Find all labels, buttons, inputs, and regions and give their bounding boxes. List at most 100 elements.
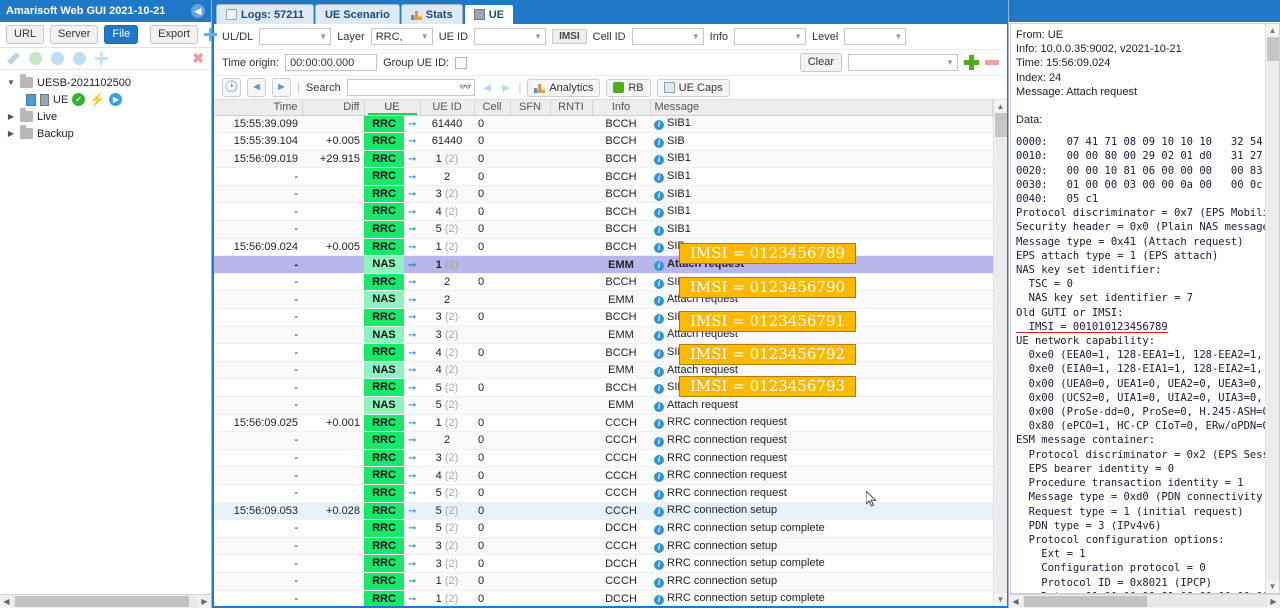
chevron-left-icon[interactable]: ◀ [191,4,205,18]
col-sfn[interactable]: SFN [510,100,551,116]
scroll-up-icon[interactable]: ▲ [1269,24,1277,37]
col-cell[interactable]: Cell [474,100,511,116]
layer-select[interactable]: RRC, ▼ [370,28,433,45]
plus-icon-small[interactable] [95,52,108,65]
table-row[interactable]: - RRC ➞ 5 (2) 0 DCCH i RRC connection setup com… [214,519,993,538]
play-circle-icon[interactable] [73,52,86,65]
table-row[interactable]: - RRC ➞ 2 0 CCCH i RRC connection request [214,431,993,450]
level-select[interactable]: ▼ [844,28,907,45]
detail-horizontal-scrollbar[interactable]: ◀ ▶ [1009,594,1280,608]
remove-filter-icon[interactable] [985,60,999,65]
file-button[interactable]: File [104,25,139,44]
scrollbar-thumb[interactable] [994,113,1007,137]
analytics-button[interactable]: Analytics [527,78,601,97]
table-row[interactable]: 15:56:09.024 +0.005 RRC ➞ 1 (2) 0 BCCH i SIB [214,238,993,257]
scroll-left-icon[interactable]: ◀ [0,597,13,606]
table-row[interactable]: 15:56:09.025 +0.001 RRC ➞ 1 (2) 0 CCCH i RRC con… [214,414,993,433]
table-row[interactable]: - RRC ➞ 5 (2) 0 BCCH i SIB [214,378,993,397]
table-row[interactable]: - RRC ➞ 2 0 BCCH i SIB1 [214,167,993,186]
table-row[interactable]: - NAS ➞ 3 (2) EMM i Attach request [214,326,993,345]
server-button[interactable]: Server [50,25,99,44]
scroll-up-icon[interactable]: ▲ [997,100,1005,113]
nav-forward-button[interactable]: ► [272,78,291,97]
table-row[interactable]: - RRC ➞ 2 0 BCCH i SIB [214,273,993,292]
table-row[interactable]: - RRC ➞ 3 (2) 0 CCCH i RRC connection setup [214,537,993,556]
table-row[interactable]: - NAS ➞ 1 (2) EMM i Attach request [214,255,993,274]
info-select[interactable]: ▼ [734,28,806,45]
scroll-down-icon[interactable]: ▼ [997,593,1005,606]
rb-button[interactable]: RB [606,78,651,97]
preset-select[interactable]: ▼ [848,54,958,71]
clock-icon[interactable]: 🕑 [222,78,241,97]
tab-ue[interactable]: UE [463,4,514,24]
scroll-right-icon[interactable]: ▶ [198,597,211,606]
table-row[interactable]: - RRC ➞ 3 (2) 0 DCCH i RRC connection setup com… [214,554,993,573]
table-row[interactable]: - RRC ➞ 1 (2) 0 CCCH i RRC connection setup [214,572,993,591]
table-row[interactable]: 15:55:39.104 +0.005 RRC ➞ 61440 0 BCCH i SIB [214,132,993,151]
scrollbar-track[interactable] [994,113,1007,593]
sidebar-horizontal-scrollbar[interactable]: ◀ ▶ [0,594,211,608]
col-ue[interactable]: UE [364,100,421,116]
log-vertical-scrollbar[interactable]: ▲ ▼ [993,100,1007,606]
search-input[interactable]: 👓 [346,79,475,96]
col-diff[interactable]: Diff [302,100,365,116]
ueid-select[interactable]: ▼ [474,28,547,45]
col-time[interactable]: Time [214,100,303,116]
table-row[interactable]: - RRC ➞ 1 (2) 0 DCCH i RRC connection setup com… [214,590,993,606]
ue-caps-button[interactable]: UE Caps [656,78,730,97]
table-row[interactable]: - RRC ➞ 3 (2) 0 CCCH i RRC connection request [214,449,993,468]
tree-item-live[interactable]: ▶ Live [4,108,211,125]
time-origin-input[interactable] [285,54,378,71]
clear-button[interactable]: Clear [799,53,842,72]
imsi-button[interactable]: IMSI [552,29,587,44]
col-rnti[interactable]: RNTI [550,100,593,116]
table-row[interactable]: 15:56:09.053 +0.028 RRC ➞ 5 (2) 0 CCCH i RRC con… [214,502,993,521]
chevron-right-icon[interactable]: ▶ [6,112,16,121]
add-filter-icon[interactable] [964,55,979,70]
col-info[interactable]: Info [592,100,651,116]
play-badge-icon[interactable]: ▶ [109,93,123,106]
tab-logs[interactable]: Logs: 57211 [216,4,314,24]
check-circle-icon[interactable] [29,52,42,65]
scrollbar-thumb[interactable] [1024,596,1147,607]
table-row[interactable]: - RRC ➞ 3 (2) 0 BCCH i SIB1 [214,185,993,204]
search-next-icon[interactable]: ► [500,80,513,95]
nav-back-button[interactable]: ◄ [247,78,266,97]
scroll-left-icon[interactable]: ◀ [1009,597,1022,606]
scrollbar-track[interactable] [13,596,198,607]
chevron-down-icon[interactable]: ▼ [6,78,16,87]
scroll-right-icon[interactable]: ▶ [1267,597,1280,606]
scrollbar-thumb[interactable] [1266,37,1279,61]
table-row[interactable]: - RRC ➞ 4 (2) 0 BCCH i SIB [214,343,993,362]
wrench-icon[interactable] [7,52,20,65]
table-row[interactable]: - RRC ➞ 4 (2) 0 BCCH i SIB1 [214,202,993,222]
table-row[interactable]: 15:56:09.019 +29.915 RRC ➞ 1 (2) 0 BCCH i SIB1 [214,150,993,169]
table-row[interactable]: 15:55:39.099 RRC ➞ 61440 0 BCCH i SIB1 [214,115,993,134]
table-row[interactable]: - NAS ➞ 4 (2) EMM i Attach request [214,361,993,380]
table-row[interactable]: - RRC ➞ 3 (2) 0 BCCH i SIB [214,308,993,327]
search-prev-icon[interactable]: ◄ [481,80,494,95]
table-row[interactable]: - NAS ➞ 5 (2) EMM i Attach request [214,396,993,415]
scrollbar-track[interactable] [1022,596,1267,607]
plus-icon[interactable] [203,28,218,41]
scroll-down-icon[interactable]: ▼ [1269,580,1277,593]
col-ue-id[interactable]: UE ID [420,100,475,116]
tree-item-ue[interactable]: UE ✓ ⚡ ▶ [4,91,211,108]
table-row[interactable]: - NAS ➞ 2 EMM i Attach request [214,290,993,310]
tree-item-backup[interactable]: ▶ Backup [4,125,211,142]
table-row[interactable]: - RRC ➞ 5 (2) 0 BCCH i SIB1 [214,220,993,239]
refresh-icon[interactable] [51,52,64,65]
tab-stats[interactable]: Stats [400,4,463,24]
table-row[interactable]: - RRC ➞ 5 (2) 0 CCCH i RRC connection request [214,484,993,503]
table-row[interactable]: - RRC ➞ 4 (2) 0 CCCH i RRC connection request [214,466,993,485]
cellid-select[interactable]: ▼ [631,28,704,45]
scrollbar-thumb[interactable] [15,596,189,607]
close-icon[interactable]: ✖ [192,51,204,65]
group-ueid-checkbox[interactable] [455,56,468,69]
detail-vertical-scrollbar[interactable]: ▲ ▼ [1265,24,1279,593]
check-badge-icon[interactable]: ✓ [72,93,86,106]
uldl-select[interactable]: ▼ [259,28,332,45]
url-button[interactable]: URL [6,25,45,44]
bolt-badge-icon[interactable]: ⚡ [89,93,105,106]
binoculars-icon[interactable]: 👓 [459,82,471,93]
